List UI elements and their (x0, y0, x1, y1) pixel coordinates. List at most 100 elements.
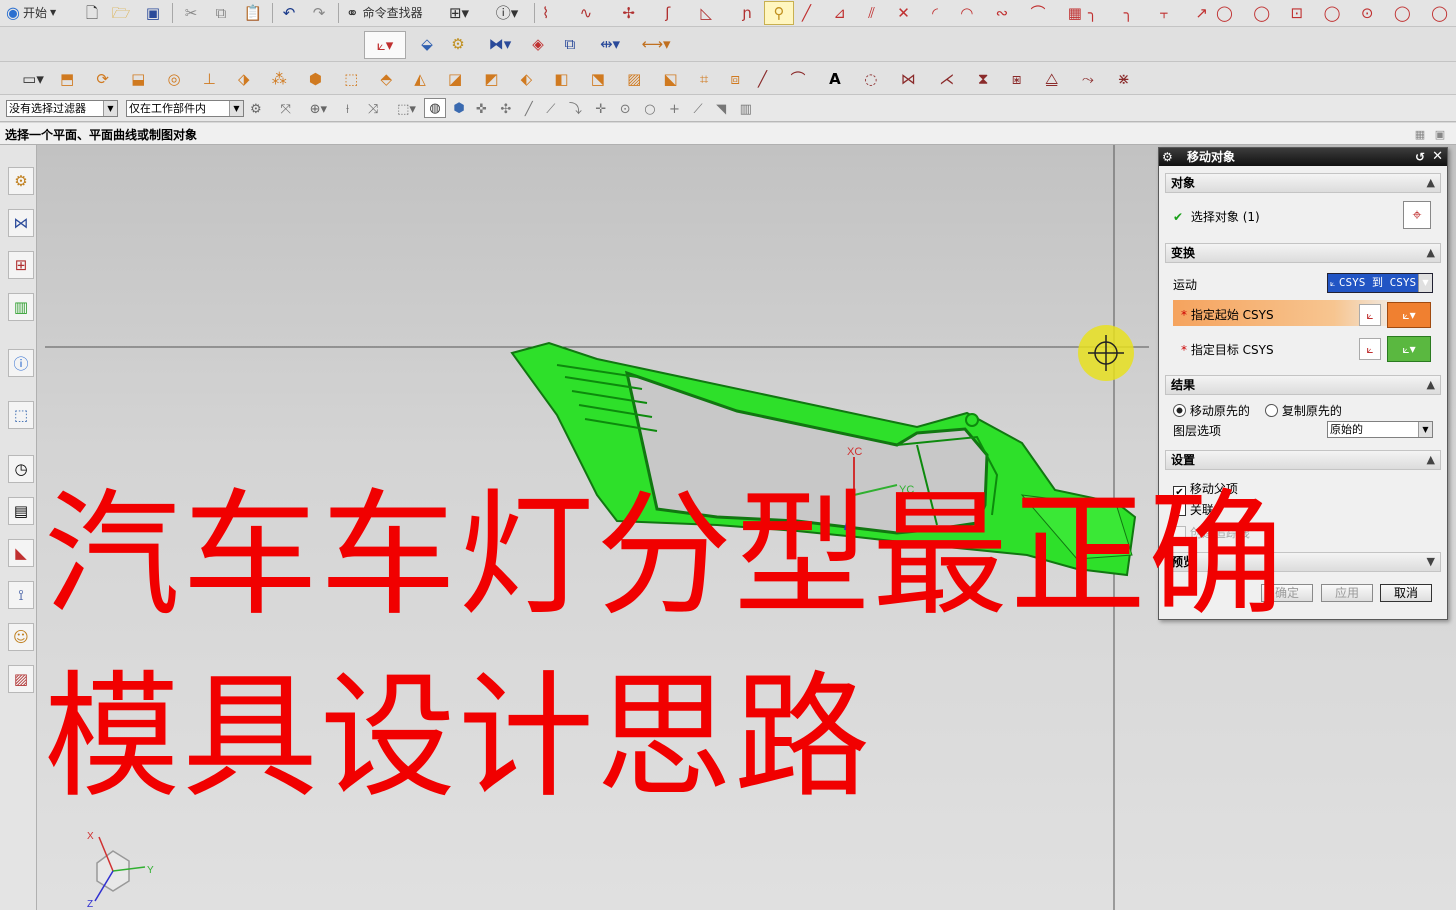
assembly-navigator-icon[interactable]: ⚙ (8, 167, 34, 195)
select-face-icon[interactable]: ⊕▾ (310, 103, 327, 116)
selection-tools-icons[interactable]: ⚙ ⤧ ⊕▾ ⟊ ⤨ ⬚▾ (250, 99, 416, 119)
snap-icon[interactable]: ✣ (500, 103, 511, 116)
grid-icon[interactable]: ▦ (1068, 5, 1082, 21)
curve-tools-icons[interactable]: ⌇ ∿ ✢ ʃ ◺ ɲ (542, 3, 752, 23)
text-icon[interactable]: A (829, 71, 841, 87)
extract-icon[interactable]: ⌗ (700, 71, 708, 87)
copy-icon[interactable]: ⧉ (210, 3, 232, 23)
intersect-curve-icon[interactable]: ⧆ (1012, 71, 1022, 87)
csys-dialog-icon[interactable]: ⟀ (1359, 304, 1381, 326)
process-studio-icon[interactable]: ◣ (8, 539, 34, 567)
copy-original-radio[interactable]: 复制原先的 (1265, 402, 1342, 419)
extend-icon[interactable]: ↗ (1195, 5, 1208, 21)
selection-filter-dropdown[interactable]: 没有选择过滤器 ▼ (6, 100, 118, 117)
section-object-header[interactable]: 对象 ▲ (1165, 173, 1441, 193)
paste-icon[interactable]: 📋 (242, 3, 264, 23)
chevron-down-icon[interactable]: ▼ (1418, 422, 1432, 437)
curve-icon[interactable]: ∿ (580, 5, 593, 21)
sketch-rectangle-icon[interactable]: ▭▾ (14, 68, 52, 90)
csys-icon[interactable]: ⟀▾ (364, 31, 406, 59)
chevron-down-icon[interactable]: ▼ (1427, 553, 1435, 571)
filter-icon[interactable]: ⚙ (250, 103, 262, 116)
spline-icon[interactable]: ⤳ (1082, 71, 1094, 87)
snap-icon[interactable]: ✜ (476, 103, 487, 116)
target-csys-inferred-icon[interactable]: ⟀▾ (1387, 336, 1431, 362)
arc-icon[interactable]: ∾ (996, 5, 1009, 21)
wave-link-icon[interactable]: ⚙ (446, 33, 470, 55)
circle-icon[interactable]: ◯ (1253, 5, 1270, 21)
sew-icon[interactable]: ⬔ (591, 71, 605, 87)
section-result-header[interactable]: 结果 ▲ (1165, 375, 1441, 395)
arc-icon[interactable]: ◠ (960, 5, 973, 21)
line-icon[interactable]: ╱ (758, 71, 767, 87)
arc-icon[interactable]: ⌒ (1030, 5, 1045, 21)
hole-icon[interactable]: ◎ (167, 71, 180, 87)
undo-icon[interactable]: ↶ (278, 3, 300, 23)
curve-icon[interactable]: ʃ (665, 5, 670, 21)
pocket-icon[interactable]: ⬗ (238, 71, 250, 87)
manufacturing-wizard-icon[interactable]: ⟟ (8, 581, 34, 609)
part-navigator-icon[interactable]: ⊞ (8, 251, 34, 279)
line-icon[interactable]: ╱ (802, 5, 811, 21)
snap-icon[interactable]: ▥ (740, 103, 752, 116)
select-body-icon[interactable]: ⤨ (368, 103, 378, 116)
chevron-up-icon[interactable]: ▲ (1427, 376, 1435, 394)
constraint-navigator-icon[interactable]: ⋈ (8, 209, 34, 237)
fillet-tools-icons[interactable]: ╮ ╮ ⫟ ↗ (1088, 3, 1208, 23)
move-object-icon[interactable]: ⧓▾ (482, 33, 518, 55)
save-icon[interactable]: ▣ (142, 3, 164, 23)
trim-body-icon[interactable]: ⬚ (344, 71, 358, 87)
extrude-icon[interactable]: ⬒ (60, 71, 74, 87)
motion-dropdown[interactable]: ⟀ CSYS 到 CSYS ▼ (1327, 273, 1433, 293)
snap-icon[interactable]: ✛ (595, 103, 606, 116)
snap-icon[interactable]: ⤵ (569, 103, 582, 116)
dialog-gear-icon[interactable]: ⚙ (1162, 148, 1173, 166)
fillet-icon[interactable]: ╮ (1088, 5, 1097, 21)
selection-scope-dropdown[interactable]: 仅在工作部件内 ▼ (126, 100, 244, 117)
snap-point-icon[interactable]: ⚲ (764, 1, 794, 25)
dialog-close-icon[interactable]: ✕ (1432, 148, 1443, 166)
history-icon[interactable]: ⬚ (8, 401, 34, 429)
shaded-view-icon[interactable]: ◍ (424, 98, 446, 118)
web-browser-icon[interactable]: ⓘ (8, 349, 34, 377)
bridge-curve-icon[interactable]: ⋈ (901, 71, 916, 87)
csys-dialog-icon[interactable]: ⟀ (1359, 338, 1381, 360)
pattern-icon[interactable]: ⁂ (272, 71, 287, 87)
line-icon[interactable]: ✕ (897, 5, 910, 21)
snap-icon[interactable]: ⊙ (620, 103, 631, 116)
boss-icon[interactable]: ⊥ (203, 71, 216, 87)
transform-icon[interactable]: ◈ (526, 33, 550, 55)
circle-icon[interactable]: ⊙ (1361, 5, 1374, 21)
snap-icon[interactable]: ⟋ (546, 103, 555, 116)
fillet-icon[interactable]: ╮ (1124, 5, 1133, 21)
command-finder-button[interactable]: ⚭ 命令查找器 (346, 2, 438, 24)
datum-icon[interactable]: ⬙ (416, 33, 438, 55)
project-curve-icon[interactable]: ⧗ (978, 71, 989, 87)
reuse-library-icon[interactable]: ▥ (8, 293, 34, 321)
chevron-down-icon[interactable]: ▼ (1418, 274, 1432, 292)
offset-curve-icon[interactable]: ◌ (864, 71, 877, 87)
chevron-up-icon[interactable]: ▲ (1427, 244, 1435, 262)
chevron-down-icon[interactable]: ▼ (229, 101, 243, 116)
patch-icon[interactable]: ▨ (627, 71, 641, 87)
snap-icon[interactable]: ◥ (716, 103, 726, 116)
info-icon[interactable]: ⓘ▾ (490, 3, 524, 23)
select-feature-icon[interactable]: ⤧ (280, 103, 290, 116)
circle-icon[interactable]: ⊡ (1291, 5, 1304, 21)
redo-icon[interactable]: ↷ (308, 3, 330, 23)
section-settings-header[interactable]: 设置 ▲ (1165, 450, 1441, 470)
chamfer-icon[interactable]: ⬖ (521, 71, 533, 87)
curve-icon[interactable]: ◺ (700, 5, 712, 21)
circle-icon[interactable]: ◯ (1216, 5, 1233, 21)
blend-icon[interactable]: ◩ (484, 71, 498, 87)
chevron-up-icon[interactable]: ▲ (1427, 174, 1435, 192)
split-body-icon[interactable]: ⬘ (381, 71, 393, 87)
select-edge-icon[interactable]: ⟊ (346, 103, 349, 116)
circle-icon[interactable]: ◯ (1324, 5, 1341, 21)
start-csys-inferred-icon[interactable]: ⟀▾ (1387, 302, 1431, 328)
snap-tools-icons[interactable]: ✜ ✣ ╱ ⟋ ⤵ ✛ ⊙ ○ + ⟋ ◥ ▥ (476, 99, 752, 119)
start-menu-button[interactable]: ◉ 开始 ▼ (6, 2, 78, 24)
cancel-button[interactable]: 取消 (1380, 584, 1432, 602)
arc-icon[interactable]: ⌒ (791, 71, 806, 87)
section-transform-header[interactable]: 变换 ▲ (1165, 243, 1441, 263)
